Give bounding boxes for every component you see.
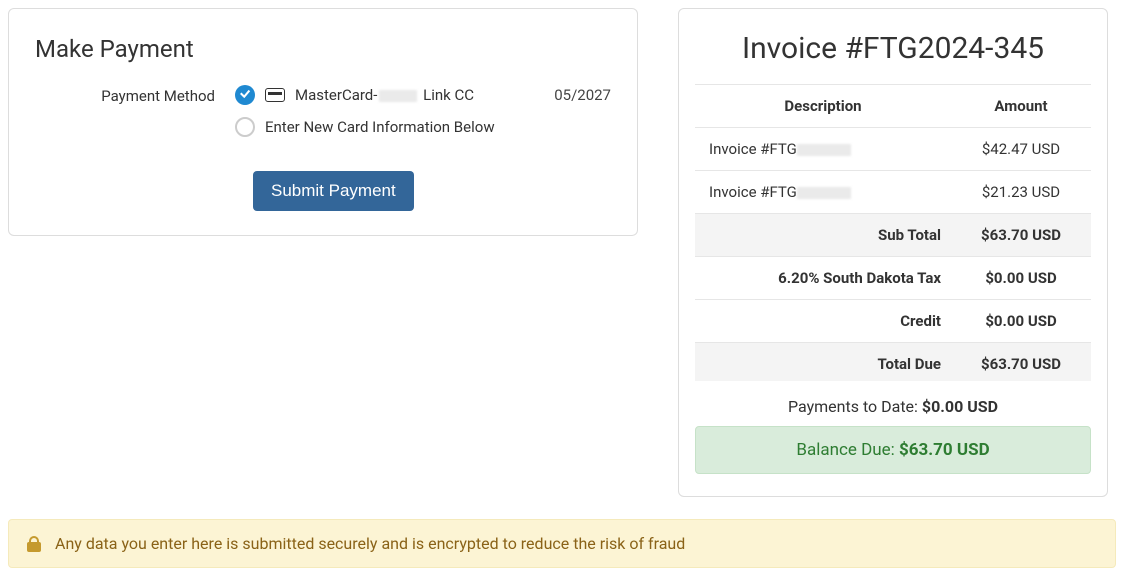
invoice-scroll-area[interactable]: Description Amount Invoice #FTG $42.47 U… — [695, 84, 1091, 381]
paid-value: $0.00 USD — [922, 397, 998, 416]
radio-unchecked-icon — [235, 117, 255, 137]
payment-option-saved-card[interactable]: MasterCard- Link CC 05/2027 — [235, 85, 615, 105]
saved-card-label: MasterCard- Link CC — [295, 86, 544, 104]
saved-card-suffix: Link CC — [419, 86, 474, 104]
credit-label: Credit — [695, 300, 951, 343]
balance-due-box: Balance Due: $63.70 USD — [695, 426, 1091, 474]
line-desc: Invoice #FTG — [695, 171, 951, 214]
payments-to-date: Payments to Date: $0.00 USD — [695, 397, 1091, 416]
credit-card-icon — [265, 88, 285, 102]
col-amount: Amount — [951, 85, 1091, 128]
line-desc-prefix: Invoice #FTG — [709, 140, 797, 158]
tax-value: $0.00 USD — [951, 257, 1091, 300]
subtotal-label: Sub Total — [695, 214, 951, 257]
redacted-text — [379, 90, 417, 102]
totaldue-label: Total Due — [695, 343, 951, 382]
credit-row: Credit $0.00 USD — [695, 300, 1091, 343]
line-desc: Invoice #FTG — [695, 128, 951, 171]
subtotal-value: $63.70 USD — [951, 214, 1091, 257]
tax-row: 6.20% South Dakota Tax $0.00 USD — [695, 257, 1091, 300]
radio-checked-icon — [235, 85, 255, 105]
balance-label: Balance Due: — [796, 440, 899, 460]
table-row: Invoice #FTG $42.47 USD — [695, 128, 1091, 171]
payment-option-new-card[interactable]: Enter New Card Information Below — [235, 117, 615, 137]
secure-notice: Any data you enter here is submitted sec… — [8, 519, 1116, 568]
secure-message: Any data you enter here is submitted sec… — [55, 534, 685, 553]
card-expiry: 05/2027 — [554, 86, 615, 104]
payment-panel: Make Payment Payment Method MasterCard- … — [8, 8, 638, 236]
subtotal-row: Sub Total $63.70 USD — [695, 214, 1091, 257]
line-amount: $21.23 USD — [951, 171, 1091, 214]
balance-value: $63.70 USD — [899, 440, 990, 460]
payment-method-label: Payment Method — [31, 85, 235, 149]
submit-payment-button[interactable]: Submit Payment — [253, 171, 414, 211]
redacted-text — [797, 144, 851, 156]
credit-value: $0.00 USD — [951, 300, 1091, 343]
invoice-table: Description Amount Invoice #FTG $42.47 U… — [695, 85, 1091, 381]
redacted-text — [797, 187, 851, 199]
saved-card-prefix: MasterCard- — [295, 86, 377, 104]
payment-heading: Make Payment — [35, 35, 611, 63]
totaldue-value: $63.70 USD — [951, 343, 1091, 382]
tax-label: 6.20% South Dakota Tax — [695, 257, 951, 300]
table-row: Invoice #FTG $21.23 USD — [695, 171, 1091, 214]
lock-icon — [27, 536, 41, 552]
invoice-panel: Invoice #FTG2024-345 Description Amount … — [678, 8, 1108, 497]
line-amount: $42.47 USD — [951, 128, 1091, 171]
col-description: Description — [695, 85, 951, 128]
invoice-title: Invoice #FTG2024-345 — [695, 31, 1091, 66]
line-desc-prefix: Invoice #FTG — [709, 183, 797, 201]
paid-label: Payments to Date: — [788, 397, 922, 416]
new-card-label: Enter New Card Information Below — [265, 118, 615, 136]
totaldue-row: Total Due $63.70 USD — [695, 343, 1091, 382]
